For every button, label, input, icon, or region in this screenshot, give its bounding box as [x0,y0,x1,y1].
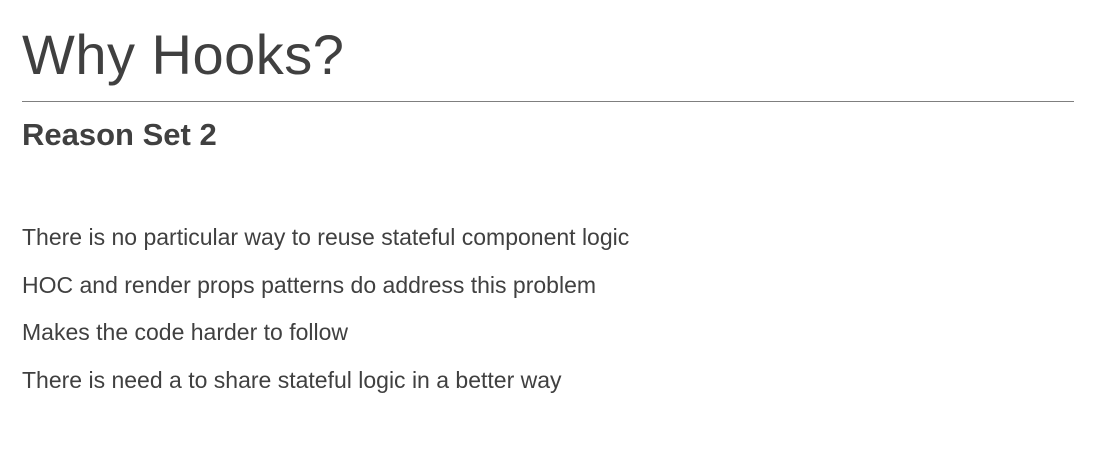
bullet-item: Makes the code harder to follow [22,319,349,345]
slide-title: Why Hooks? [22,23,345,86]
bullet-item: HOC and render props patterns do address… [22,271,597,298]
slide-subtitle: Reason Set 2 [22,117,217,152]
bullet-item: There is no particular way to reuse stat… [22,224,630,250]
bullet-list: There is no particular way to reuse stat… [22,220,629,410]
bullet-item: There is need a to share stateful logic … [22,366,562,393]
slide: Why Hooks? Reason Set 2 There is no part… [0,0,1094,463]
title-divider [22,101,1074,102]
